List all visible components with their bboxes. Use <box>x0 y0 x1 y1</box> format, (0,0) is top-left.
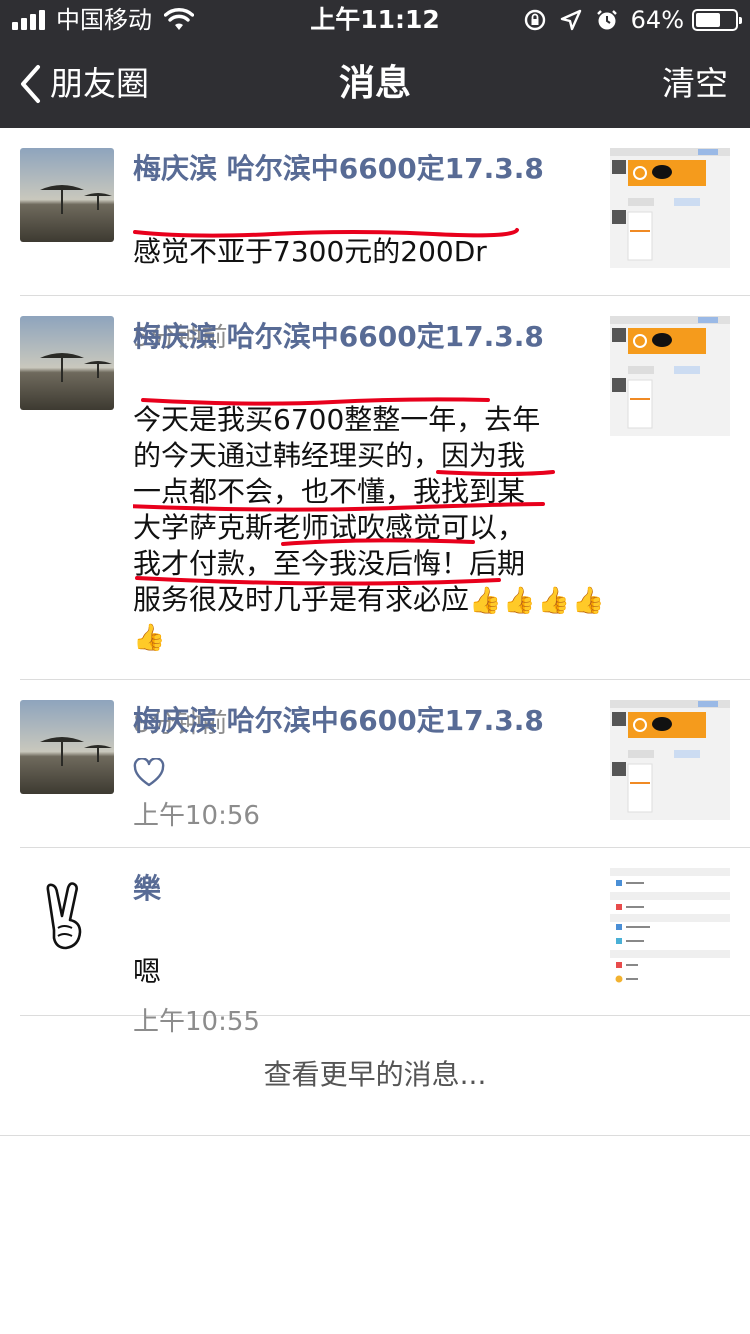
load-earlier-button[interactable]: 查看更早的消息... <box>0 1016 750 1136</box>
nav-bar: 朋友圈 消息 清空 <box>0 40 750 128</box>
clear-button[interactable]: 清空 <box>662 60 728 108</box>
battery-percent: 64% <box>630 6 684 34</box>
message-content: 嗯 <box>133 918 608 990</box>
heart-outline-icon <box>133 758 165 787</box>
battery-fill <box>696 13 720 27</box>
sender-name[interactable]: 梅庆滨 哈尔滨中6600定17.3.8 <box>133 316 608 358</box>
battery-icon <box>692 9 742 31</box>
message-time: 上午10:56 <box>133 801 260 831</box>
alarm-icon <box>596 10 617 30</box>
status-right: 64% <box>511 4 742 36</box>
avatar[interactable] <box>20 700 114 794</box>
message-text: 感觉不亚于7300元的200Dr <box>133 235 487 268</box>
message-content: 感觉不亚于7300元的200Dr <box>133 198 608 306</box>
message-item[interactable]: 梅庆滨 哈尔滨中6600定17.3.8 感觉不亚于7300元的200Dr 5分钟… <box>20 128 750 353</box>
post-thumbnail[interactable] <box>610 316 730 436</box>
avatar[interactable] <box>20 316 114 410</box>
message-item[interactable]: 梅庆滨 哈尔滨中6600定17.3.8 今天是我买6700整整一年，去年 的今天… <box>20 296 750 739</box>
status-bar: 中国移动 上午11:12 64% <box>0 0 750 40</box>
message-content: 今天是我买6700整整一年，去年 的今天通过韩经理买的，因为我 一点都不会，也不… <box>133 366 608 692</box>
message-text: 嗯 <box>133 955 162 988</box>
post-thumbnail[interactable] <box>610 148 730 268</box>
header: 中国移动 上午11:12 64% 朋友圈 消息 清空 <box>0 0 750 128</box>
sender-name[interactable]: 梅庆滨 哈尔滨中6600定17.3.8 <box>133 148 608 190</box>
message-body: 梅庆滨 哈尔滨中6600定17.3.8 上午10:56 <box>133 680 608 848</box>
avatar[interactable] <box>20 868 114 962</box>
message-text: 今天是我买6700整整一年，去年 的今天通过韩经理买的，因为我 一点都不会，也不… <box>133 403 541 616</box>
avatar[interactable] <box>20 148 114 242</box>
message-list: 梅庆滨 哈尔滨中6600定17.3.8 感觉不亚于7300元的200Dr 5分钟… <box>0 128 750 1037</box>
page-title: 消息 <box>338 63 411 104</box>
rotation-lock-icon <box>524 9 545 31</box>
message-item[interactable]: 樂 嗯 上午10:55 <box>20 848 750 1037</box>
sender-name[interactable]: 樂 <box>133 868 608 910</box>
location-icon <box>560 9 581 31</box>
message-item[interactable]: 梅庆滨 哈尔滨中6600定17.3.8 上午10:56 <box>20 680 750 848</box>
post-thumbnail[interactable] <box>610 868 730 988</box>
sender-name[interactable]: 梅庆滨 哈尔滨中6600定17.3.8 <box>133 700 608 742</box>
post-thumbnail[interactable] <box>610 700 730 820</box>
